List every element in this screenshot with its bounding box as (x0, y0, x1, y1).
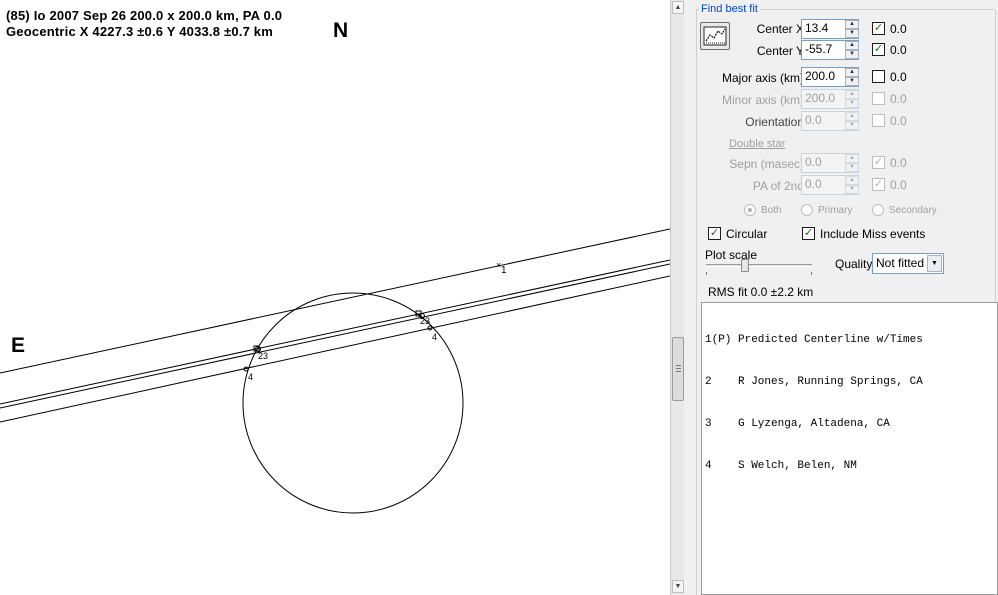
plot-scale-thumb[interactable] (741, 259, 749, 272)
include-miss-label: Include Miss events (820, 227, 926, 241)
scroll-up-icon[interactable]: ▲ (672, 1, 684, 14)
find-best-fit-title: Find best fit (699, 3, 760, 15)
list-item[interactable]: 3 G Lyzenga, Altadena, CA (705, 417, 995, 431)
chevron-down-icon[interactable]: ▼ (927, 255, 942, 272)
major-axis-input[interactable]: 200.0 ▲ ▼ (801, 67, 859, 87)
plot-canvas[interactable]: × (85) Io 2007 Sep 26 200.0 x 200.0 km, … (0, 0, 670, 595)
plot-header-line1: (85) Io 2007 Sep 26 200.0 x 200.0 km, PA… (6, 8, 283, 23)
pa2-input[interactable]: 0.0 ▲ ▼ (801, 175, 859, 195)
center-y-value: -55.7 (805, 42, 833, 56)
pa2-checkbox[interactable]: ✓ (872, 178, 885, 191)
plot-header-line2: Geocentric X 4227.3 ±0.6 Y 4033.8 ±0.7 k… (6, 24, 273, 39)
path-upper-edge (0, 228, 670, 374)
sepn-check-value: 0.0 (890, 156, 907, 170)
center-x-checkbox[interactable]: ✓ (872, 22, 885, 35)
include-miss-checkbox[interactable]: ✓ (802, 227, 815, 240)
center-y-label: Center Y (756, 44, 804, 58)
radio-secondary-label: Secondary (889, 205, 937, 216)
fit-chart-button[interactable] (700, 22, 730, 50)
east-label: E (11, 334, 26, 357)
fit-chart-icon (703, 26, 727, 46)
radio-secondary[interactable] (872, 204, 884, 216)
chord-4-right-label: 4 (432, 332, 438, 342)
pa2-spinner[interactable]: ▲ ▼ (845, 176, 859, 194)
scroll-thumb[interactable] (672, 337, 684, 401)
rms-fit: RMS fit 0.0 ±2.2 km (708, 285, 814, 299)
major-axis-checkbox[interactable] (872, 70, 885, 83)
minor-axis-value: 200.0 (805, 91, 836, 105)
circular-checkbox[interactable]: ✓ (708, 227, 721, 240)
center-x-spinner[interactable]: ▲ ▼ (845, 20, 859, 38)
occultation-plot: × (0, 228, 670, 514)
radio-both[interactable] (744, 204, 756, 216)
list-item[interactable]: 1(P) Predicted Centerline w/Times (705, 333, 995, 347)
center-x-label: Center X (756, 22, 804, 36)
major-axis-value: 200.0 (805, 69, 836, 83)
center-y-check-value: 0.0 (890, 43, 907, 57)
center-y-spinner[interactable]: ▲ ▼ (845, 41, 859, 59)
plot-scale-slider[interactable] (706, 259, 812, 280)
orientation-checkbox[interactable] (872, 114, 885, 127)
pa2-check-value: 0.0 (890, 178, 907, 192)
sepn-value: 0.0 (805, 155, 822, 169)
center-y-checkbox[interactable]: ✓ (872, 43, 885, 56)
center-x-check-value: 0.0 (890, 22, 907, 36)
minor-axis-spinner[interactable]: ▲ ▼ (845, 90, 859, 108)
orientation-label: Orientation (745, 115, 804, 129)
major-axis-check-value: 0.0 (890, 70, 907, 84)
plot-scale-label: Plot scale (705, 248, 758, 262)
major-axis-label: Major axis (km) (721, 71, 804, 85)
orientation-spinner[interactable]: ▲ ▼ (845, 112, 859, 130)
sepn-checkbox[interactable]: ✓ (872, 156, 885, 169)
fit-panel: Find best fit Center X 13.4 ▲ ▼ ✓ 0.0 Cen… (694, 0, 998, 595)
sepn-label: Sepn (masec) (729, 157, 804, 171)
center-x-input[interactable]: 13.4 ▲ ▼ (801, 19, 859, 39)
observer-list[interactable]: 1(P) Predicted Centerline w/Times 2 R Jo… (701, 302, 998, 595)
quality-value: Not fitted (876, 256, 925, 270)
chord-4-left-label: 4 (248, 372, 254, 382)
orientation-input[interactable]: 0.0 ▲ ▼ (801, 111, 859, 131)
center-x-value: 13.4 (805, 21, 829, 35)
pa2-value: 0.0 (805, 177, 822, 191)
chord-1-label: 1 (501, 265, 507, 276)
chord-23-right-label: 23 (420, 316, 431, 326)
double-star-label[interactable]: Double star (729, 138, 785, 150)
splitter[interactable] (684, 0, 694, 595)
minor-axis-input[interactable]: 200.0 ▲ ▼ (801, 89, 859, 109)
sepn-spinner[interactable]: ▲ ▼ (845, 154, 859, 172)
plot-vertical-scrollbar[interactable]: ▲ ▼ (670, 0, 684, 595)
minor-axis-label: Minor axis (km) (721, 93, 804, 107)
quality-label: Quality (835, 257, 873, 271)
circular-label: Circular (726, 227, 768, 241)
center-y-input[interactable]: -55.7 ▲ ▼ (801, 40, 859, 60)
major-axis-spinner[interactable]: ▲ ▼ (845, 68, 859, 86)
chord-23-line-b (0, 263, 670, 409)
list-item[interactable]: 4 S Welch, Belen, NM (705, 459, 995, 473)
north-label: N (333, 19, 349, 42)
chord-23-line-a (0, 259, 670, 405)
path-lower-edge (0, 275, 670, 423)
sepn-input[interactable]: 0.0 ▲ ▼ (801, 153, 859, 173)
minor-axis-check-value: 0.0 (890, 92, 907, 106)
orientation-value: 0.0 (805, 113, 822, 127)
minor-axis-checkbox[interactable] (872, 92, 885, 105)
radio-primary-label: Primary (818, 205, 853, 216)
scroll-down-icon[interactable]: ▼ (672, 580, 684, 593)
radio-primary[interactable] (801, 204, 813, 216)
chord-23-left-label: 23 (258, 351, 269, 361)
orientation-check-value: 0.0 (890, 114, 907, 128)
pa2-label: PA of 2nd (752, 179, 804, 193)
list-item[interactable]: 2 R Jones, Running Springs, CA (705, 375, 995, 389)
quality-select[interactable]: Not fitted ▼ (872, 253, 944, 274)
radio-both-label: Both (761, 205, 782, 216)
